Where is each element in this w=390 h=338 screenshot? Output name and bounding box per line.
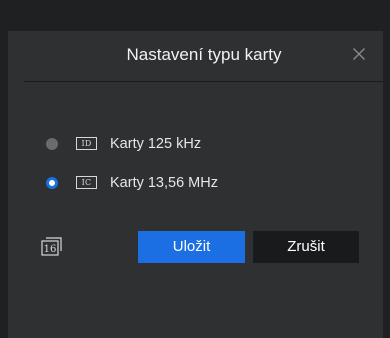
ic-card-badge-icon: IC bbox=[76, 176, 97, 189]
dialog-title: Nastavení typu karty bbox=[126, 45, 282, 64]
id-card-badge-icon: ID bbox=[76, 137, 97, 150]
card-reader-label: 16 bbox=[44, 244, 57, 255]
option-125khz[interactable]: ID Karty 125 kHz bbox=[46, 132, 306, 156]
close-button[interactable] bbox=[347, 42, 371, 66]
option-label: Karty 13,56 MHz bbox=[110, 175, 218, 191]
option-label: Karty 125 kHz bbox=[110, 136, 202, 152]
radio-button-selected[interactable] bbox=[46, 177, 58, 189]
close-icon bbox=[353, 48, 365, 60]
dialog-header: Nastavení typu karty bbox=[24, 31, 383, 82]
card-type-dialog: Nastavení typu karty ID Karty 125 kHz IC… bbox=[8, 31, 383, 338]
cancel-button[interactable]: Zrušit bbox=[253, 231, 359, 263]
screen: Nastavení typu karty ID Karty 125 kHz IC… bbox=[0, 0, 390, 338]
card-reader-icon: 16 bbox=[41, 237, 65, 257]
save-button[interactable]: Uložit bbox=[138, 231, 245, 263]
option-13-56mhz[interactable]: IC Karty 13,56 MHz bbox=[46, 171, 306, 195]
radio-button-unselected[interactable] bbox=[46, 138, 58, 150]
